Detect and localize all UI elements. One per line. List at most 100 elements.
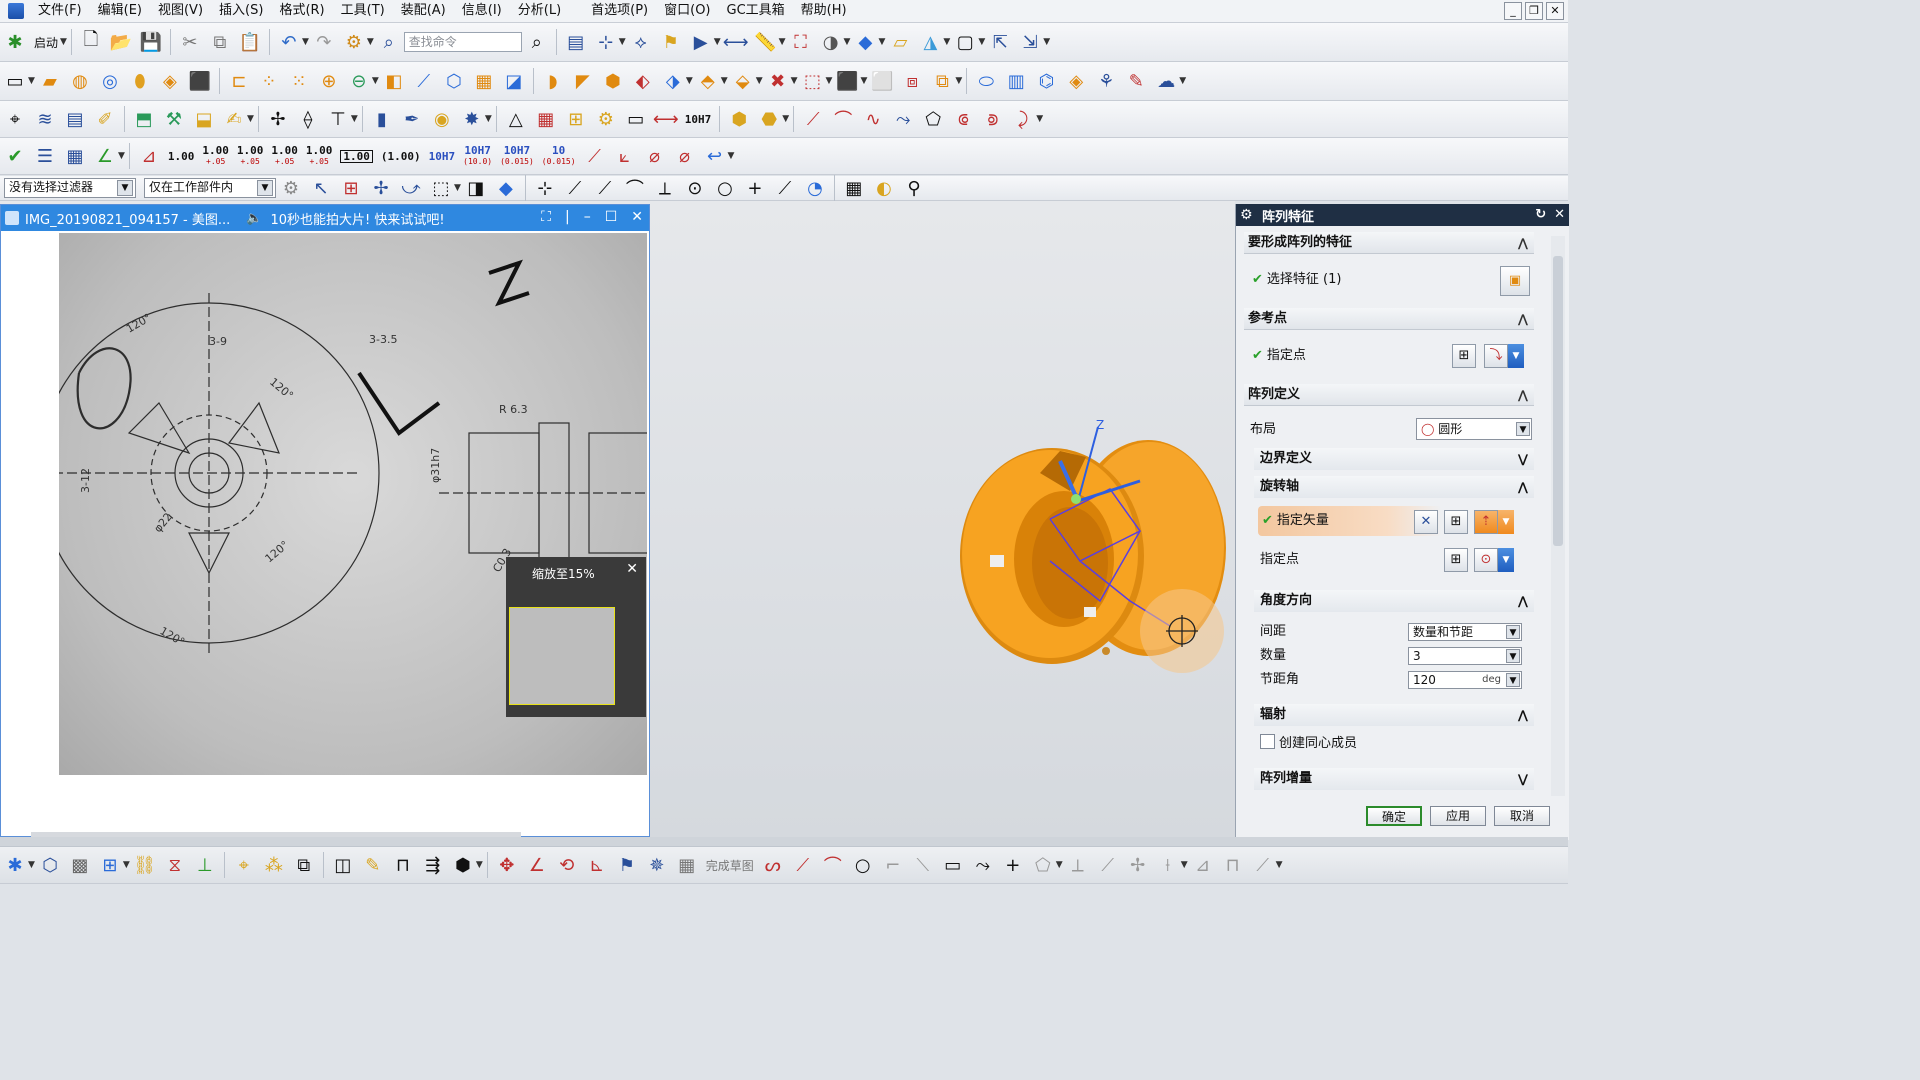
fillet-icon[interactable]: ⌐ xyxy=(880,851,906,879)
10h7-icon[interactable]: 10H7 xyxy=(685,114,712,125)
sketch-flag-icon[interactable]: ⚑ xyxy=(614,851,640,879)
bridge-curve-icon[interactable]: ⤸ xyxy=(1010,105,1036,133)
snap-tangent-icon[interactable]: ⟂ xyxy=(652,174,678,202)
assembly-move-icon[interactable]: ⇲ xyxy=(1017,28,1043,56)
point-icon[interactable]: ⌖ xyxy=(2,105,28,133)
sketch-start-icon[interactable]: ✱ xyxy=(2,851,28,879)
diameter-icon[interactable]: ⌀ xyxy=(642,142,668,170)
layout-select[interactable]: ◯ 圆形 ▼ xyxy=(1416,418,1532,440)
frame-icon[interactable]: ▭ xyxy=(623,105,649,133)
reset-icon[interactable]: ↻ xyxy=(1535,207,1546,222)
offset-curve-icon[interactable]: ⬠ xyxy=(920,105,946,133)
boss-icon[interactable]: ⬮ xyxy=(127,67,153,95)
value-dropdown-icon[interactable]: ▼ xyxy=(1506,649,1520,663)
play-icon[interactable]: ▶ xyxy=(688,28,714,56)
view-orient-icon[interactable]: ⬡ xyxy=(37,851,63,879)
symbol-icon[interactable]: ✢ xyxy=(265,105,291,133)
dim-10-d[interactable]: 10 (0.015) xyxy=(542,145,576,167)
vector-type-dropdown[interactable]: ▼ xyxy=(1498,510,1514,534)
menu-file[interactable]: 文件(F) xyxy=(30,0,90,22)
trim-body-icon[interactable]: ◧ xyxy=(381,67,407,95)
snap-icon[interactable]: ⟡ xyxy=(628,28,654,56)
image-viewer-window[interactable]: IMG_20190821_094157 - 美图... 🔈 10秒也能拍大片! … xyxy=(0,204,650,838)
ok-button[interactable]: 确定 xyxy=(1366,806,1422,826)
dialog-scrollbar[interactable] xyxy=(1551,236,1565,796)
snap-midpoint-icon[interactable]: ⟋ xyxy=(592,174,618,202)
rectangle-icon[interactable]: ▭ xyxy=(940,851,966,879)
display-constraint-icon[interactable]: ⊓ xyxy=(1220,851,1246,879)
sketch-offset-icon[interactable]: ⧉ xyxy=(291,851,317,879)
tool-box-icon[interactable]: ⬓ xyxy=(191,105,217,133)
fit-view-icon[interactable]: ⛶ xyxy=(788,28,814,56)
table-icon[interactable]: ⊤ xyxy=(325,105,351,133)
command-search-input[interactable]: 查找命令 xyxy=(403,32,522,52)
extension-icon[interactable]: ☁ xyxy=(1153,67,1179,95)
polygon-icon[interactable]: ⬠ xyxy=(1030,851,1056,879)
shaded-icon[interactable]: ◑ xyxy=(818,28,844,56)
datum-plane-icon[interactable]: ⬖ xyxy=(630,67,656,95)
speaker-icon[interactable]: 🔈 xyxy=(246,211,262,226)
value-dropdown-icon[interactable]: ▼ xyxy=(1506,673,1520,687)
start-icon[interactable]: ✱ xyxy=(2,28,28,56)
snap-endpoint-icon[interactable]: ⊹ xyxy=(532,174,558,202)
minimize-button[interactable]: _ xyxy=(1504,2,1522,20)
redo-icon[interactable]: ↷ xyxy=(311,28,337,56)
pattern-face-icon[interactable]: ⁙ xyxy=(286,67,312,95)
sketch-place-icon[interactable]: ⌖ xyxy=(231,851,257,879)
section-features[interactable]: 要形成阵列的特征 ⋀ xyxy=(1244,232,1534,254)
select-feature-icon[interactable]: ⊞ xyxy=(338,174,364,202)
sketch-group-icon[interactable]: ⁂ xyxy=(261,851,287,879)
snap-arc-icon[interactable]: ⌒ xyxy=(622,174,648,202)
collapse-icon[interactable]: ⋀ xyxy=(1518,384,1528,406)
quick-trim-icon[interactable]: ⟂ xyxy=(1065,851,1091,879)
trim-sheet-icon[interactable]: ✎ xyxy=(1123,67,1149,95)
zoom-close-icon[interactable]: ✕ xyxy=(626,561,638,577)
sketch-constraint-icon[interactable]: ⊞ xyxy=(97,851,123,879)
hole-icon[interactable]: ◎ xyxy=(97,67,123,95)
gear-pair-icon[interactable]: ⚙ xyxy=(593,105,619,133)
offset-region-icon[interactable]: ⬛ xyxy=(834,67,860,95)
surface-finish-icon[interactable]: ⟋ xyxy=(582,142,608,170)
chevron-down-icon[interactable]: ▼ xyxy=(1516,422,1530,436)
snap-circle-icon[interactable]: ○ xyxy=(712,174,738,202)
return-icon[interactable]: ↩ xyxy=(702,142,728,170)
snap-quadrant-icon[interactable]: ◐ xyxy=(871,174,897,202)
vector-type-button[interactable]: ⇡ xyxy=(1474,510,1498,534)
point-type-dropdown[interactable]: ▼ xyxy=(1508,344,1524,368)
subtract-icon[interactable]: ⊖ xyxy=(346,67,372,95)
ref-point-row[interactable]: ✔ 指定点 xyxy=(1252,346,1306,366)
viewer-close-button[interactable]: ✕ xyxy=(631,209,643,225)
point-dialog-button[interactable]: ⊞ xyxy=(1452,344,1476,368)
pin-icon[interactable]: ✸ xyxy=(459,105,485,133)
quick-extend-icon[interactable]: ⟋ xyxy=(1095,851,1121,879)
spline-icon[interactable]: ∿ xyxy=(860,105,886,133)
copy-face-icon[interactable]: ⧉ xyxy=(929,67,955,95)
feature-select-button[interactable]: ▣ xyxy=(1500,266,1530,296)
select-path-icon[interactable]: ⤻ xyxy=(398,174,424,202)
layer-icon[interactable]: ▤ xyxy=(563,28,589,56)
dim-value-reference[interactable]: (1.00) xyxy=(381,151,421,162)
grid-icon[interactable]: ▦ xyxy=(62,142,88,170)
menu-help[interactable]: 帮助(H) xyxy=(793,0,855,22)
sketch-star-icon[interactable]: ✵ xyxy=(644,851,670,879)
menu-format[interactable]: 格式(R) xyxy=(271,0,332,22)
menu-analysis[interactable]: 分析(L) xyxy=(510,0,569,22)
sketch-angle-icon[interactable]: ∠ xyxy=(524,851,550,879)
groove-icon[interactable]: ⊏ xyxy=(226,67,252,95)
paper-clip-icon[interactable]: ✒ xyxy=(399,105,425,133)
line-icon[interactable]: ⟋ xyxy=(800,105,826,133)
make-corner-icon[interactable]: ✢ xyxy=(1125,851,1151,879)
text-abc-icon[interactable]: ✍ xyxy=(221,105,247,133)
dimension-style-icon[interactable]: ⊿ xyxy=(136,142,162,170)
sketch-rotate-icon[interactable]: ⟲ xyxy=(554,851,580,879)
revolve-icon[interactable]: ◍ xyxy=(67,67,93,95)
restore-button[interactable]: ❐ xyxy=(1525,2,1543,20)
ruler-icon[interactable]: 📏 xyxy=(753,28,779,56)
point-type-button[interactable]: ⤵ xyxy=(1484,344,1508,368)
unite-icon[interactable]: ⊕ xyxy=(316,67,342,95)
dim-value-5[interactable]: 1.00 +.05 xyxy=(306,145,333,167)
cube-view-icon[interactable]: ◆ xyxy=(852,28,878,56)
polyline-icon[interactable]: ⤳ xyxy=(970,851,996,879)
sew-icon[interactable]: ⚘ xyxy=(1093,67,1119,95)
snap-probe-icon[interactable]: ⚲ xyxy=(901,174,927,202)
